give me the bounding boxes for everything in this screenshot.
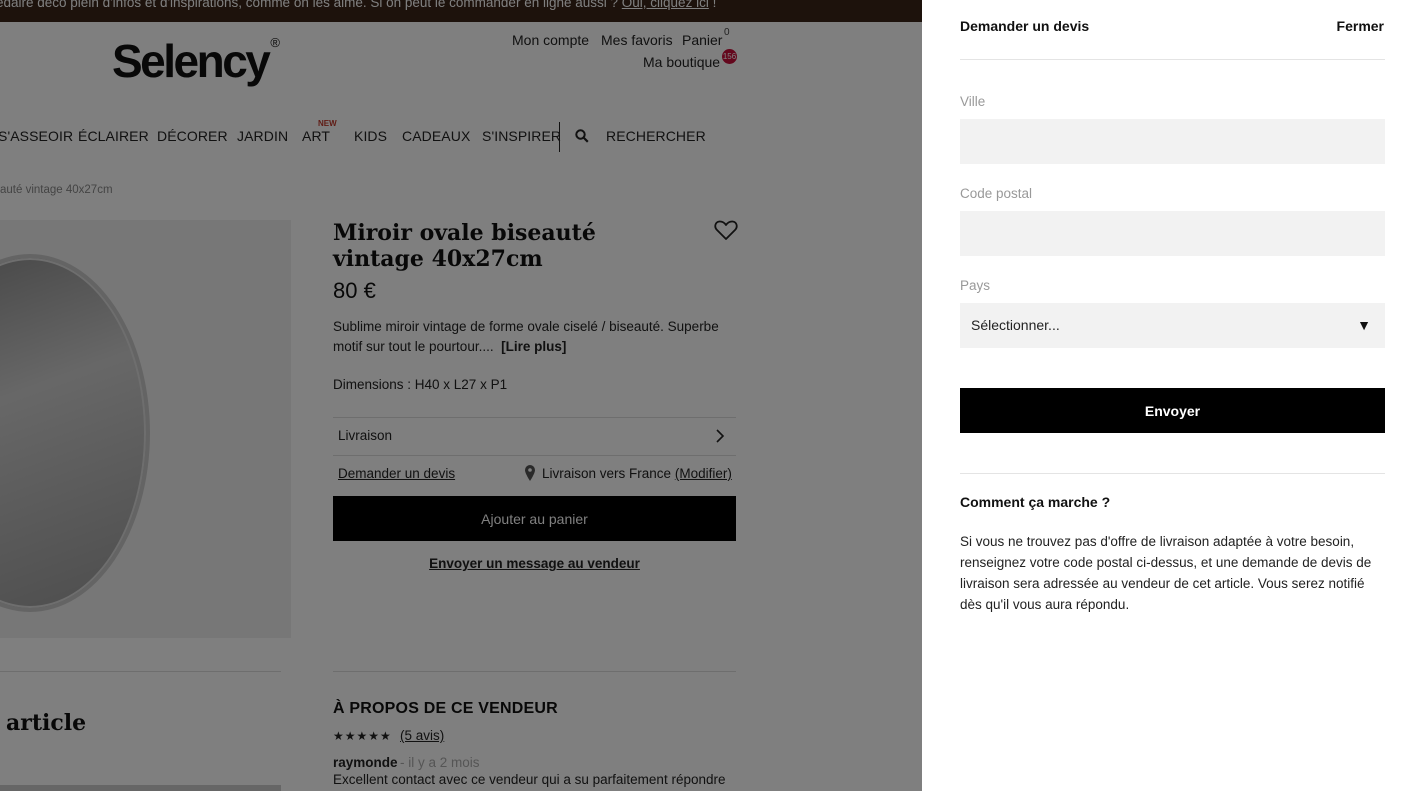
divider: [960, 59, 1385, 60]
quote-request-panel: Demander un devis Fermer Ville Code post…: [922, 0, 1422, 791]
city-label: Ville: [960, 94, 986, 109]
dropdown-arrow-icon: ▼: [1357, 317, 1371, 333]
postal-code-input[interactable]: [960, 211, 1385, 256]
how-it-works-text: Si vous ne trouvez pas d'offre de livrai…: [960, 534, 1372, 612]
close-button[interactable]: Fermer: [1337, 18, 1384, 34]
postal-code-label: Code postal: [960, 186, 1033, 201]
panel-title: Demander un devis: [960, 18, 1090, 34]
send-button[interactable]: Envoyer: [960, 388, 1385, 433]
divider: [960, 473, 1385, 474]
country-label: Pays: [960, 278, 991, 293]
country-selected-value: Sélectionner...: [971, 317, 1060, 333]
how-it-works-heading: Comment ça marche ?: [960, 494, 1111, 510]
modal-backdrop[interactable]: [0, 0, 922, 791]
country-select[interactable]: Sélectionner... ▼: [960, 303, 1385, 348]
city-input[interactable]: [960, 119, 1385, 164]
